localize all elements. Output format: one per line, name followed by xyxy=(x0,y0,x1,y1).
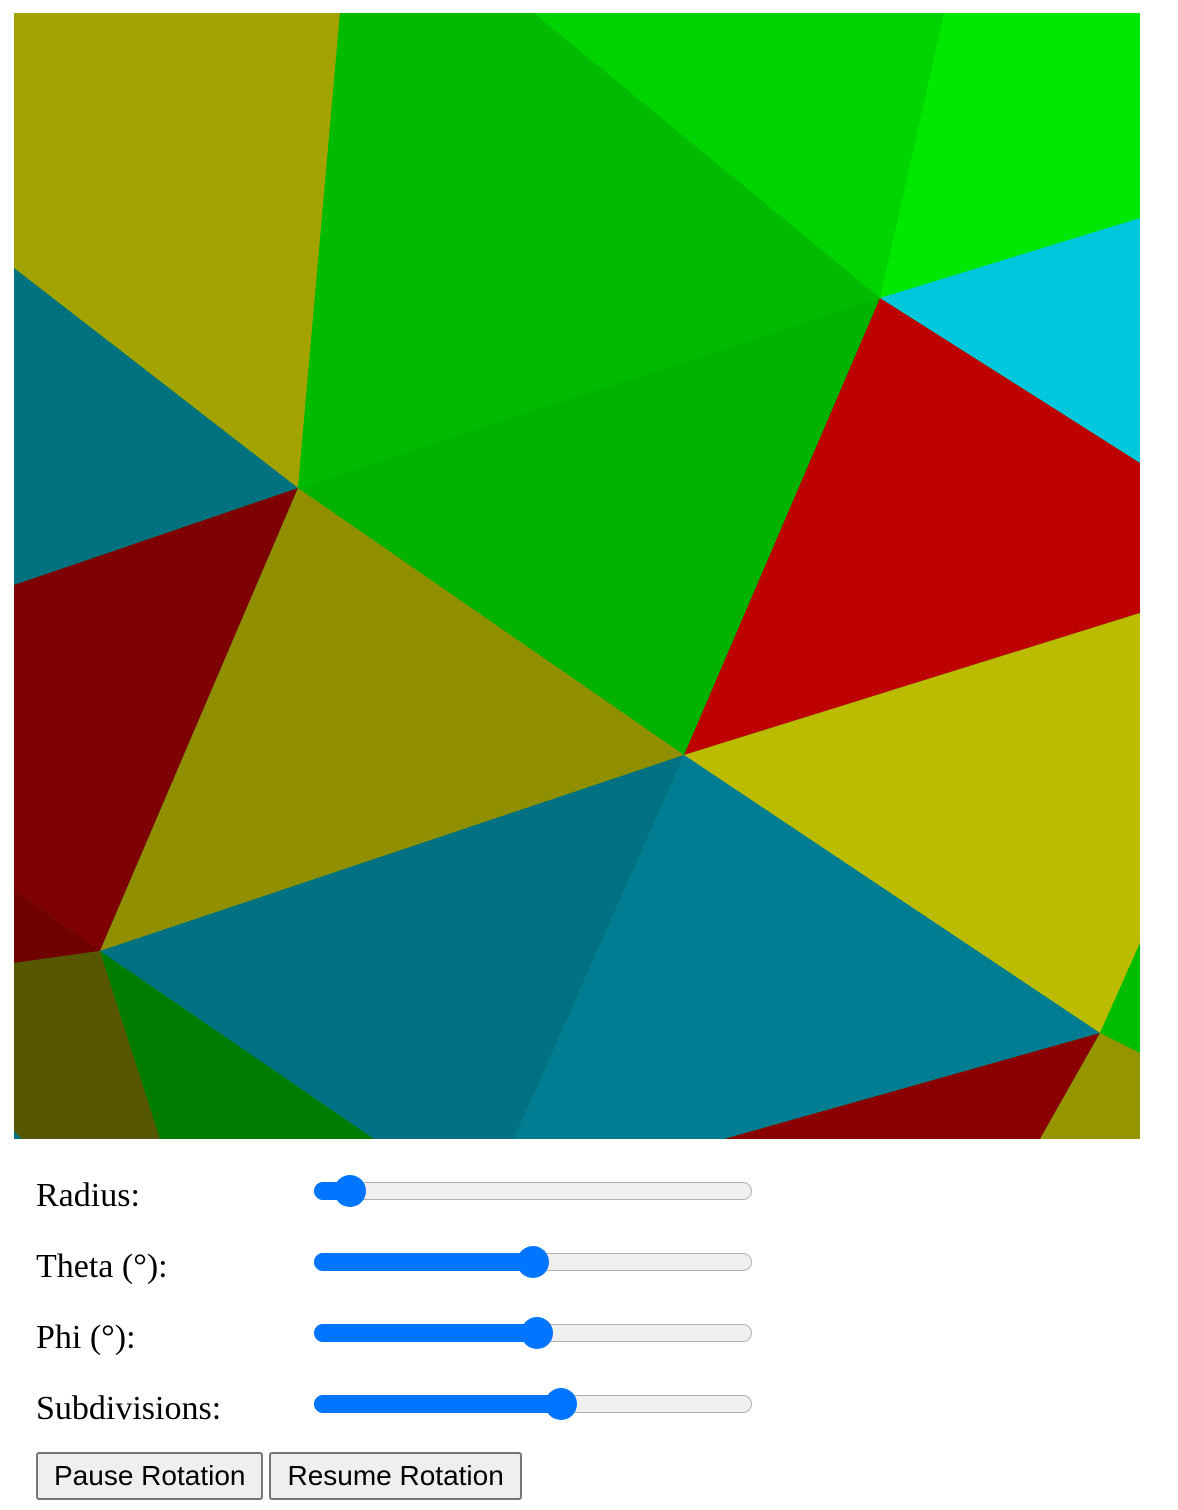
3d-sphere-canvas[interactable] xyxy=(14,13,1140,1139)
rotation-buttons: Pause Rotation Resume Rotation xyxy=(36,1452,528,1500)
slider-fill xyxy=(314,1253,533,1271)
slider-thumb[interactable] xyxy=(545,1388,578,1420)
slider-thumb[interactable] xyxy=(517,1246,549,1278)
slider-thumb[interactable] xyxy=(521,1317,554,1349)
slider-fill xyxy=(314,1324,538,1342)
theta-label: Theta (°): xyxy=(36,1248,168,1285)
subdivisions-label: Subdivisions: xyxy=(36,1390,222,1427)
resume-rotation-button[interactable]: Resume Rotation xyxy=(269,1452,522,1500)
phi-slider[interactable] xyxy=(314,1317,752,1349)
slider-fill xyxy=(314,1395,562,1413)
phi-label: Phi (°): xyxy=(36,1319,136,1356)
radius-slider[interactable] xyxy=(314,1175,752,1207)
subdivisions-control: Subdivisions: xyxy=(36,1375,796,1446)
slider-track xyxy=(314,1182,752,1200)
phi-control: Phi (°): xyxy=(36,1304,796,1375)
radius-label: Radius: xyxy=(36,1177,140,1214)
slider-thumb[interactable] xyxy=(334,1175,367,1207)
radius-control: Radius: xyxy=(36,1162,796,1233)
theta-control: Theta (°): xyxy=(36,1233,796,1304)
sphere-mesh-faces xyxy=(14,13,1140,1139)
controls-panel: Radius: Theta (°): Phi (°): Subdivisions… xyxy=(36,1162,796,1446)
theta-slider[interactable] xyxy=(314,1246,752,1278)
subdivisions-slider[interactable] xyxy=(314,1388,752,1420)
pause-rotation-button[interactable]: Pause Rotation xyxy=(36,1452,264,1500)
